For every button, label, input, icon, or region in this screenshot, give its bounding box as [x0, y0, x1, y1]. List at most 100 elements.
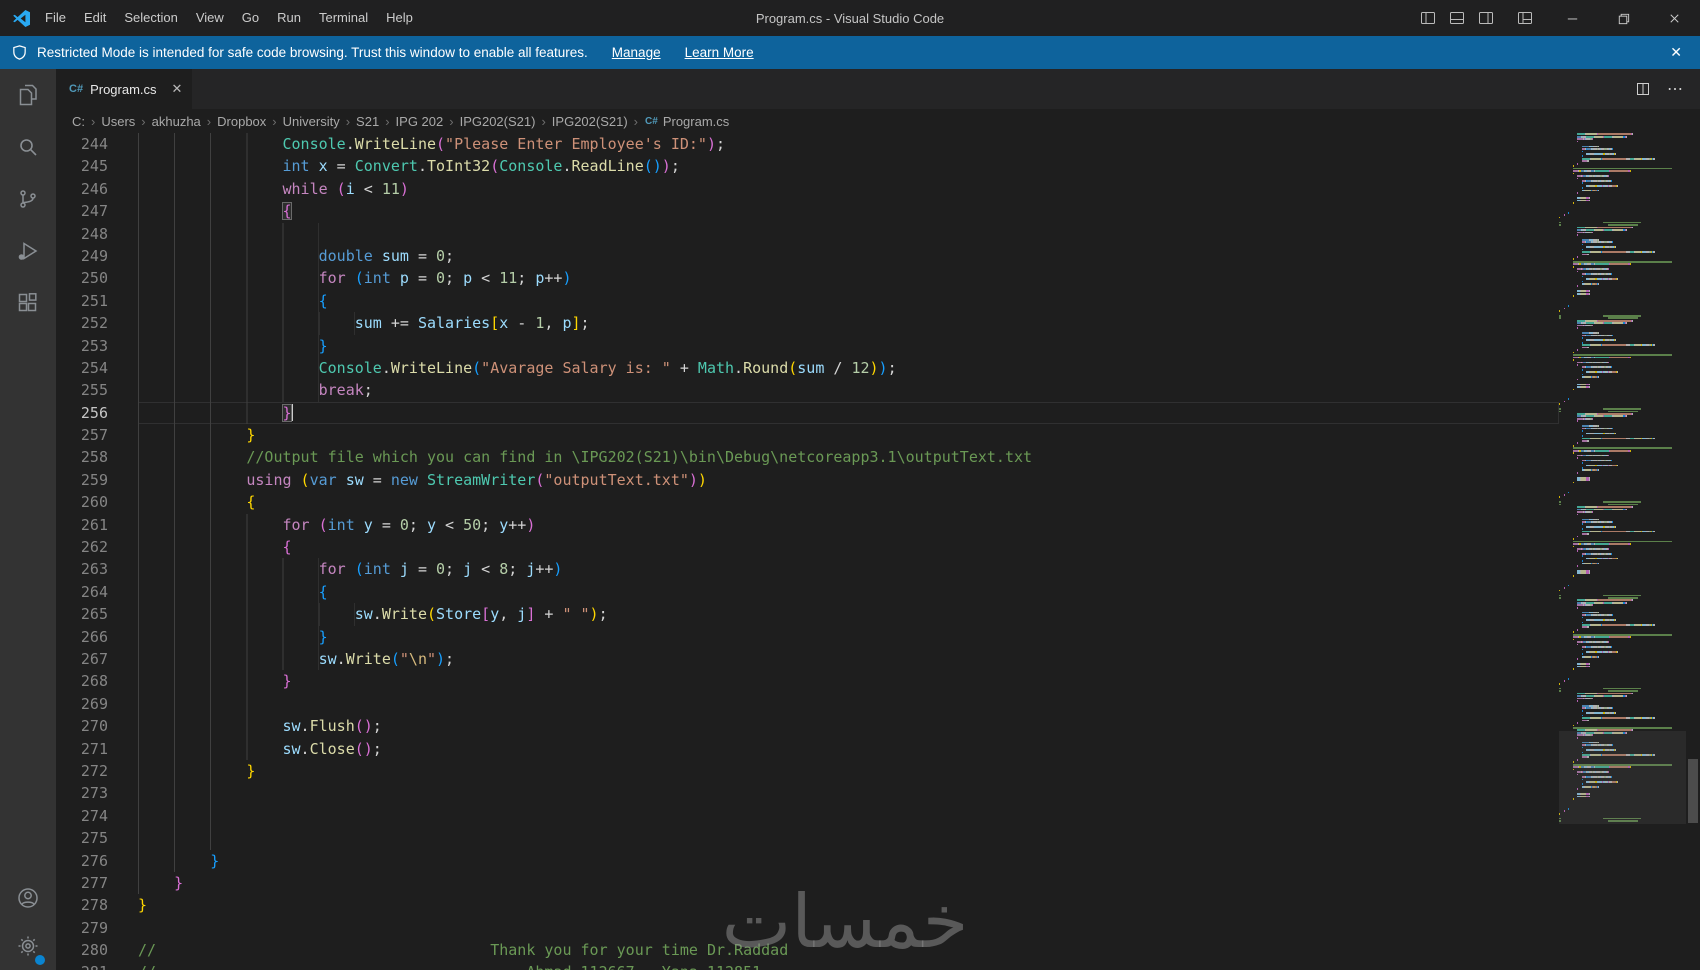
line-number[interactable]: 264 — [56, 581, 138, 603]
line-content[interactable]: //Output file which you can find in \IPG… — [138, 446, 1559, 469]
line-number[interactable]: 246 — [56, 178, 138, 200]
split-editor-icon[interactable] — [1635, 81, 1651, 97]
extensions-icon[interactable] — [0, 277, 56, 329]
code-line-245[interactable]: 245 int x = Convert.ToInt32(Console.ReadL… — [56, 155, 1559, 178]
scrollbar-thumb[interactable] — [1688, 759, 1698, 823]
close-window-button[interactable] — [1649, 0, 1700, 36]
line-content[interactable]: // Thank you for your time Dr.Raddad — [138, 939, 1559, 961]
code-line-263[interactable]: 263 for (int j = 0; j < 8; j++) — [56, 558, 1559, 581]
line-content[interactable]: } — [138, 894, 1559, 916]
line-content[interactable]: { — [138, 580, 1559, 604]
maximize-button[interactable] — [1598, 0, 1649, 36]
minimap-slider[interactable] — [1559, 731, 1686, 824]
code-line-252[interactable]: 252 sum += Salaries[x - 1, p]; — [56, 312, 1559, 335]
code-line-278[interactable]: 278} — [56, 894, 1559, 916]
line-content[interactable]: { — [138, 491, 1559, 514]
account-icon[interactable] — [0, 874, 56, 922]
line-content[interactable]: for (int p = 0; p < 11; p++) — [138, 267, 1559, 290]
line-content[interactable]: using (var sw = new StreamWriter("output… — [138, 468, 1559, 492]
code-line-276[interactable]: 276} — [56, 849, 1559, 872]
line-number[interactable]: 273 — [56, 782, 138, 804]
breadcrumb-item[interactable]: C: — [71, 114, 86, 129]
code-line-270[interactable]: 270 sw.Flush(); — [56, 715, 1559, 738]
code-line-271[interactable]: 271 sw.Close(); — [56, 737, 1559, 760]
code-line-265[interactable]: 265 sw.Write(Store[y, j] + " "); — [56, 603, 1559, 626]
line-content[interactable]: sum += Salaries[x - 1, p]; — [138, 312, 1559, 335]
code-line-248[interactable]: 248 — [56, 222, 1559, 245]
line-number[interactable]: 256 — [56, 402, 138, 424]
code-line-273[interactable]: 273 — [56, 782, 1559, 805]
line-content[interactable] — [138, 827, 1559, 850]
line-number[interactable]: 245 — [56, 155, 138, 177]
line-number[interactable]: 272 — [56, 760, 138, 782]
menu-help[interactable]: Help — [377, 0, 422, 36]
tab-program-cs[interactable]: C# Program.cs ✕ — [56, 69, 193, 109]
code-line-262[interactable]: 262 { — [56, 536, 1559, 559]
line-content[interactable]: // Ahmad 112667 Yana 112851 — [138, 961, 1559, 970]
line-number[interactable]: 278 — [56, 894, 138, 916]
code-editor[interactable]: 244 Console.WriteLine("Please Enter Emplo… — [56, 133, 1700, 970]
menu-edit[interactable]: Edit — [75, 0, 115, 36]
line-content[interactable]: { — [138, 289, 1559, 313]
line-content[interactable]: while (i < 11) — [138, 177, 1559, 201]
menu-run[interactable]: Run — [268, 0, 310, 36]
line-number[interactable]: 262 — [56, 536, 138, 558]
menu-selection[interactable]: Selection — [115, 0, 186, 36]
line-content[interactable]: double sum = 0; — [138, 244, 1559, 268]
scrollbar[interactable] — [1686, 133, 1700, 970]
settings-gear-icon[interactable] — [0, 922, 56, 970]
line-number[interactable]: 270 — [56, 715, 138, 737]
line-number[interactable]: 260 — [56, 491, 138, 513]
line-content[interactable] — [138, 804, 1559, 828]
code-line-246[interactable]: 246 while (i < 11) — [56, 177, 1559, 201]
line-content[interactable] — [138, 692, 1559, 716]
manage-link[interactable]: Manage — [612, 45, 661, 60]
line-number[interactable]: 274 — [56, 805, 138, 827]
line-number[interactable]: 258 — [56, 446, 138, 468]
minimize-button[interactable] — [1547, 0, 1598, 36]
menu-go[interactable]: Go — [233, 0, 268, 36]
line-content[interactable]: sw.Close(); — [138, 737, 1559, 760]
line-number[interactable]: 267 — [56, 648, 138, 670]
line-number[interactable]: 276 — [56, 850, 138, 872]
line-content[interactable]: } — [138, 871, 1559, 895]
code-line-251[interactable]: 251 { — [56, 289, 1559, 313]
line-content[interactable]: } — [138, 401, 1559, 425]
code-line-250[interactable]: 250 for (int p = 0; p < 11; p++) — [56, 267, 1559, 290]
line-number[interactable]: 280 — [56, 939, 138, 961]
line-number[interactable]: 279 — [56, 917, 138, 939]
line-content[interactable]: { — [138, 536, 1559, 559]
line-number[interactable]: 257 — [56, 424, 138, 446]
code-line-266[interactable]: 266} — [56, 625, 1559, 648]
line-number[interactable]: 259 — [56, 469, 138, 491]
code-line-253[interactable]: 253} — [56, 334, 1559, 357]
more-actions-icon[interactable]: ⋯ — [1667, 79, 1684, 99]
code-line-260[interactable]: 260 { — [56, 491, 1559, 514]
line-number[interactable]: 265 — [56, 603, 138, 625]
line-content[interactable]: Console.WriteLine("Please Enter Employee… — [138, 133, 1559, 156]
code-line-279[interactable]: 279 — [56, 917, 1559, 939]
line-number[interactable]: 253 — [56, 335, 138, 357]
line-number[interactable]: 275 — [56, 827, 138, 849]
code-line-259[interactable]: 259 using (var sw = new StreamWriter("out… — [56, 468, 1559, 492]
line-number[interactable]: 269 — [56, 693, 138, 715]
menu-terminal[interactable]: Terminal — [310, 0, 377, 36]
line-content[interactable] — [138, 782, 1559, 805]
line-number[interactable]: 281 — [56, 961, 138, 970]
code-line-269[interactable]: 269 — [56, 692, 1559, 716]
toggle-panel-icon[interactable] — [1442, 10, 1471, 26]
line-content[interactable]: } — [138, 759, 1559, 783]
breadcrumb-item[interactable]: IPG202(S21) — [551, 114, 629, 129]
line-content[interactable]: Console.WriteLine("Avarage Salary is: " … — [138, 356, 1559, 380]
line-content[interactable]: { — [138, 200, 1559, 223]
line-content[interactable]: sw.Flush(); — [138, 715, 1559, 738]
line-content[interactable]: } — [138, 670, 1559, 693]
line-number[interactable]: 252 — [56, 312, 138, 334]
toggle-secondary-sidebar-icon[interactable] — [1471, 10, 1500, 26]
learn-more-link[interactable]: Learn More — [685, 45, 754, 60]
line-content[interactable]: sw.Write("\n"); — [138, 647, 1559, 671]
breadcrumb-item[interactable]: IPG202(S21) — [459, 114, 537, 129]
breadcrumb-item[interactable]: Dropbox — [216, 114, 267, 129]
code-line-247[interactable]: 247 { — [56, 200, 1559, 223]
code-line-249[interactable]: 249 double sum = 0; — [56, 244, 1559, 268]
